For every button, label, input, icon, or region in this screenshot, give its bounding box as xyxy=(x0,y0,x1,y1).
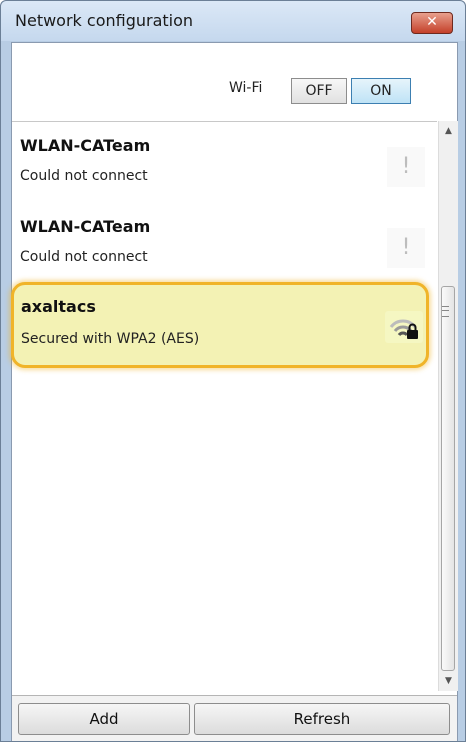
close-icon: ✕ xyxy=(426,14,438,30)
scroll-down-icon[interactable]: ▼ xyxy=(439,671,458,691)
close-button[interactable]: ✕ xyxy=(411,12,453,34)
window-content: Wi-Fi OFF ON WLAN-CATeam Could not conne… xyxy=(11,42,458,741)
network-name: WLAN-CATeam xyxy=(20,136,151,155)
network-status: Could not connect xyxy=(20,168,148,184)
network-item[interactable]: WLAN-CATeam Could not connect ! xyxy=(12,203,432,283)
scroll-up-icon[interactable]: ▲ xyxy=(439,121,458,141)
network-item-selected[interactable]: axaltacs Secured with WPA2 (AES) xyxy=(11,282,429,368)
window-title: Network configuration xyxy=(15,11,194,30)
scrollbar-grip-icon xyxy=(442,306,449,317)
network-status: Secured with WPA2 (AES) xyxy=(21,331,200,347)
warning-icon: ! xyxy=(387,147,425,187)
title-bar[interactable]: Network configuration ✕ xyxy=(1,1,465,41)
wifi-off-button[interactable]: OFF xyxy=(291,78,347,104)
vertical-scrollbar[interactable]: ▲ ▼ xyxy=(438,121,458,691)
warning-icon: ! xyxy=(387,228,425,268)
wifi-lock-icon xyxy=(385,311,423,343)
wifi-toggle-row: Wi-Fi OFF ON xyxy=(12,43,457,121)
network-configuration-window: Network configuration ✕ Wi-Fi OFF ON WLA… xyxy=(0,0,466,742)
scrollbar-thumb[interactable] xyxy=(441,286,455,671)
add-button[interactable]: Add xyxy=(18,703,190,735)
button-bar: Add Refresh xyxy=(12,695,457,741)
refresh-button[interactable]: Refresh xyxy=(194,703,450,735)
network-status: Could not connect xyxy=(20,249,148,265)
network-name: WLAN-CATeam xyxy=(20,217,151,236)
wifi-toggle[interactable]: OFF ON xyxy=(291,78,411,104)
network-name: axaltacs xyxy=(21,297,96,316)
wifi-label: Wi-Fi xyxy=(229,80,263,96)
network-item[interactable]: WLAN-CATeam Could not connect ! xyxy=(12,122,432,202)
wifi-on-button[interactable]: ON xyxy=(351,78,411,104)
network-list: WLAN-CATeam Could not connect ! WLAN-CAT… xyxy=(11,121,437,692)
